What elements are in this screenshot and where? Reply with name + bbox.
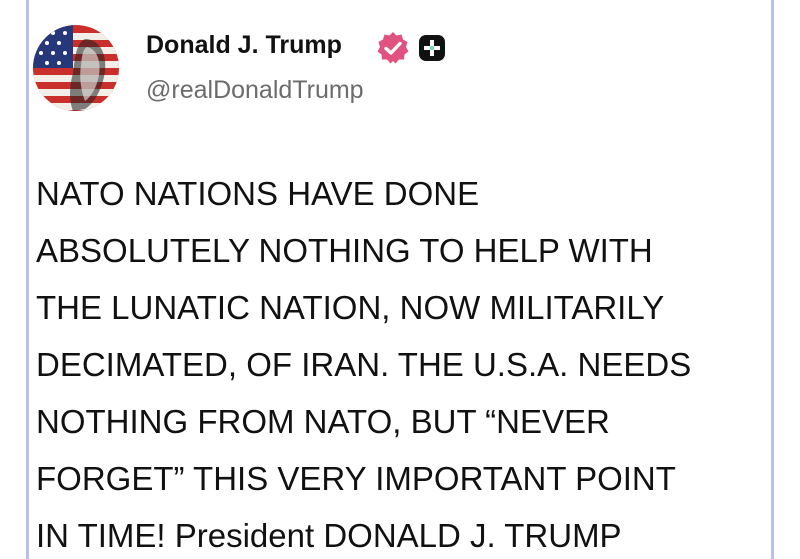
post-text-line: NOTHING FROM NATO, BUT “NEVER xyxy=(36,403,610,440)
post-text-line: DECIMATED, OF IRAN. THE U.S.A. NEEDS xyxy=(36,346,692,383)
post-card: Donald J. Trump @realDonaldTrump NATO NA… xyxy=(0,0,800,559)
post-text-line: ABSOLUTELY NOTHING TO HELP WITH xyxy=(36,232,653,269)
thread-rule-left xyxy=(26,0,29,559)
verified-badge-icon xyxy=(376,31,410,65)
author-display-name[interactable]: Donald J. Trump xyxy=(146,31,342,60)
flag-portrait-avatar-icon xyxy=(33,25,119,111)
post-text: NATO NATIONS HAVE DONE ABSOLUTELY NOTHIN… xyxy=(36,165,766,559)
author-handle[interactable]: @realDonaldTrump xyxy=(146,76,364,105)
avatar[interactable] xyxy=(33,25,119,111)
post-text-line: NATO NATIONS HAVE DONE xyxy=(36,175,480,212)
post-text-line: THE LUNATIC NATION, NOW MILITARILY xyxy=(36,289,665,326)
thread-rule-right xyxy=(771,0,774,559)
plus-badge-icon xyxy=(418,34,446,62)
post-text-line: FORGET” THIS VERY IMPORTANT POINT xyxy=(36,460,676,497)
post-text-line: IN TIME! President DONALD J. TRUMP xyxy=(36,517,622,554)
